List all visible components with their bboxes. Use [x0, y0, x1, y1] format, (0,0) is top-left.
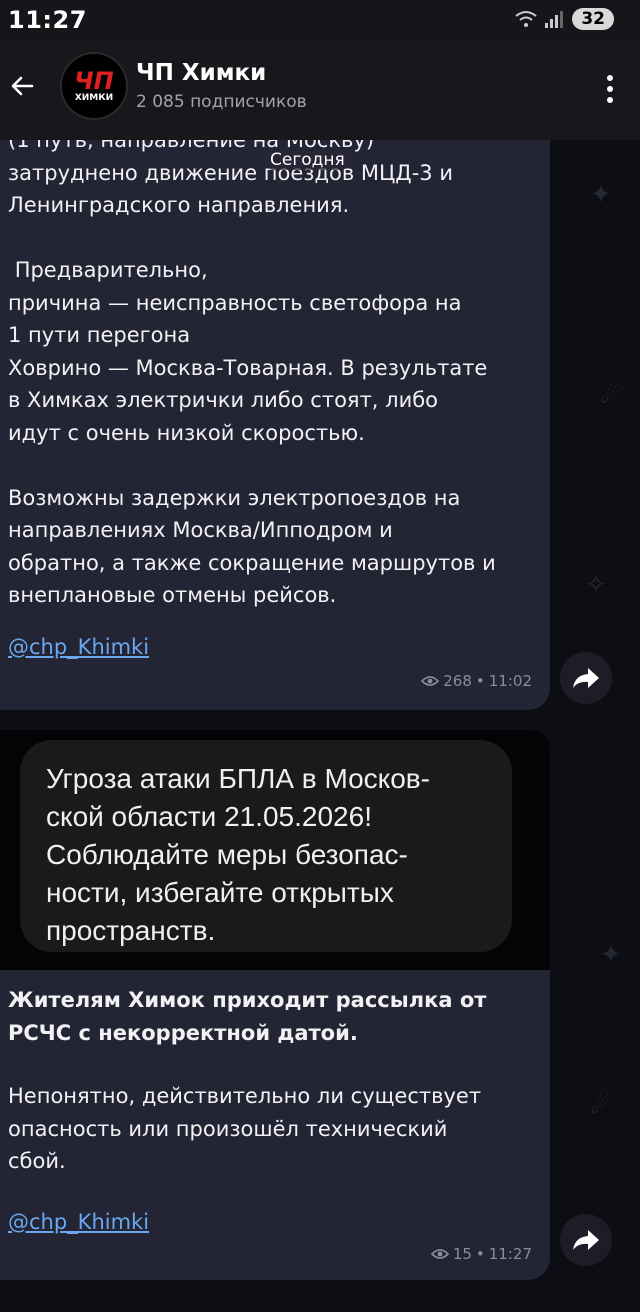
- background-doodle: ✧: [585, 570, 607, 600]
- status-bar: 11:27 32: [0, 0, 640, 40]
- alert-text: Угроза атаки БПЛА в Москов- ской области…: [46, 763, 431, 946]
- meta-separator: •: [475, 1245, 485, 1263]
- forward-button[interactable]: [560, 652, 612, 704]
- more-menu-icon[interactable]: [606, 74, 614, 104]
- message-time: 11:02: [488, 672, 532, 690]
- view-count: 268: [443, 672, 472, 690]
- channel-mention-link[interactable]: @chp_Khimki: [8, 1210, 149, 1234]
- message-meta: 15 • 11:27: [430, 1245, 532, 1263]
- subscriber-count: 2 085 подписчиков: [136, 92, 307, 112]
- signal-icon: [545, 11, 564, 28]
- battery-indicator: 32: [572, 8, 614, 30]
- forward-arrow-icon: [573, 1230, 599, 1250]
- chat-area[interactable]: ✦ ☄ ✧ ✦ ☄ (1 путь, направление на Москву…: [0, 140, 640, 1312]
- message-time: 11:27: [488, 1245, 532, 1263]
- meta-separator: •: [475, 672, 485, 690]
- wifi-icon: [515, 11, 537, 27]
- status-icons: 32: [514, 8, 614, 30]
- view-count: 15: [452, 1245, 472, 1263]
- message-text: Непонятно, действительно ли существует о…: [8, 1084, 482, 1173]
- date-separator: Сегодня: [264, 150, 351, 170]
- background-doodle: ☄: [600, 380, 624, 410]
- channel-avatar[interactable]: ЧП ХИМКИ: [60, 52, 128, 120]
- message-photo[interactable]: Угроза атаки БПЛА в Москов- ской области…: [0, 730, 550, 970]
- message-headline: Жителям Химок приходит рассылка от РСЧС …: [8, 988, 487, 1045]
- views-eye-icon: [421, 676, 440, 686]
- forward-button[interactable]: [560, 1214, 612, 1266]
- status-time: 11:27: [8, 6, 87, 34]
- avatar-logo-text: ЧП: [74, 67, 114, 95]
- chat-header: ЧП ХИМКИ ЧП Химки 2 085 подписчиков: [0, 40, 640, 140]
- channel-title[interactable]: ЧП Химки: [136, 60, 266, 86]
- avatar-logo-subtext: ХИМКИ: [74, 93, 114, 103]
- message-text: (1 путь, направление на Москву) затрудне…: [8, 140, 496, 607]
- forward-arrow-icon: [573, 668, 599, 688]
- channel-mention-link[interactable]: @chp_Khimki: [8, 635, 149, 659]
- background-doodle: ✦: [600, 940, 622, 970]
- views-eye-icon: [430, 1249, 449, 1259]
- background-doodle: ☄: [590, 1090, 614, 1120]
- back-arrow-icon[interactable]: [6, 70, 38, 102]
- message-bubble[interactable]: Угроза атаки БПЛА в Москов- ской области…: [0, 730, 550, 1280]
- background-doodle: ✦: [590, 180, 612, 210]
- message-bubble[interactable]: (1 путь, направление на Москву) затрудне…: [0, 140, 550, 710]
- alert-notification-card: Угроза атаки БПЛА в Москов- ской области…: [20, 740, 512, 952]
- message-meta: 268 • 11:02: [421, 672, 532, 690]
